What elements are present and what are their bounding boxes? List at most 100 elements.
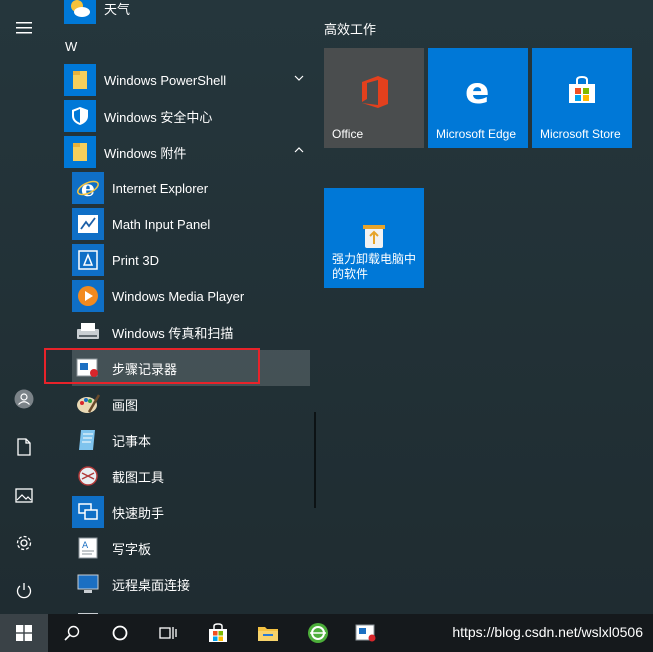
file-explorer-icon	[258, 627, 278, 641]
store-icon	[209, 623, 227, 642]
tile-group-header[interactable]: 高效工作	[324, 19, 376, 38]
app-label: 天气	[104, 1, 131, 17]
cortana-icon	[112, 625, 128, 641]
start-menu: 天气 W Windows PowerShell Windows 安全中心 Win…	[0, 0, 653, 614]
hamburger-icon	[16, 22, 32, 34]
steps-recorder-icon	[76, 358, 98, 377]
app-remote-desktop[interactable]: 远程桌面连接	[72, 566, 304, 602]
taskbar-store-button[interactable]	[194, 614, 242, 652]
app-label: Windows PowerShell	[104, 72, 227, 88]
app-quick-assist[interactable]: 快速助手	[72, 494, 304, 530]
recycle-bin-icon	[363, 225, 385, 248]
app-label: Windows Media Player	[112, 288, 245, 304]
app-label: Math Input Panel	[112, 216, 211, 232]
app-windows-fax-scan[interactable]: Windows 传真和扫描	[72, 314, 304, 350]
wordpad-icon: A	[78, 537, 98, 559]
group-letter-w[interactable]: W	[65, 39, 77, 54]
fax-scan-icon	[77, 323, 99, 339]
app-label: Print 3D	[112, 252, 159, 268]
edge-icon: e	[465, 74, 489, 106]
app-next-partial[interactable]	[72, 602, 304, 614]
internet-explorer-icon: e	[77, 176, 99, 200]
svg-text:A: A	[82, 541, 89, 551]
search-icon	[64, 625, 80, 641]
remote-desktop-icon	[77, 574, 99, 593]
pictures-icon	[15, 487, 33, 503]
search-button[interactable]	[48, 614, 96, 652]
app-windows-media-player[interactable]: Windows Media Player	[72, 278, 304, 314]
quick-assist-icon	[78, 503, 98, 520]
folder-icon	[73, 71, 87, 89]
steps-recorder-taskbar-button[interactable]	[342, 614, 390, 652]
tile-microsoft-edge[interactable]: e Microsoft Edge	[428, 48, 528, 148]
cortana-button[interactable]	[96, 614, 144, 652]
weather-icon	[71, 0, 90, 17]
documents-button[interactable]	[0, 425, 48, 469]
app-list-scrollbar[interactable]	[314, 412, 316, 508]
settings-button[interactable]	[0, 521, 48, 565]
svg-text:e: e	[81, 176, 95, 200]
app-steps-recorder[interactable]: 步骤记录器	[72, 350, 310, 386]
folder-windows-accessories[interactable]: Windows 附件	[64, 134, 310, 170]
file-explorer-button[interactable]	[244, 614, 292, 652]
chevron-up-icon	[294, 147, 304, 153]
folder-icon	[73, 143, 87, 161]
print-3d-icon	[78, 250, 98, 270]
app-wordpad[interactable]: A 写字板	[72, 530, 304, 566]
user-account-button[interactable]	[0, 377, 48, 421]
app-label: 远程桌面连接	[112, 577, 191, 593]
steps-recorder-icon	[355, 624, 376, 642]
app-math-input-panel[interactable]: Math Input Panel	[72, 206, 304, 242]
expand-menu-button[interactable]	[0, 6, 48, 50]
watermark-text: https://blog.csdn.net/wslxl0506	[452, 624, 643, 640]
media-player-icon	[78, 286, 98, 306]
app-label: Windows 传真和扫描	[112, 325, 234, 341]
app-label: Windows 安全中心	[104, 109, 213, 125]
task-view-button[interactable]	[144, 614, 192, 652]
tile-label: Microsoft Edge	[436, 127, 517, 141]
app-internet-explorer[interactable]: e Internet Explorer	[72, 170, 304, 206]
app-windows-security[interactable]: Windows 安全中心	[64, 98, 310, 134]
shield-icon	[72, 107, 88, 125]
app-notepad[interactable]: 记事本	[72, 422, 304, 458]
tile-label: 强力卸载电脑中的软件	[332, 252, 417, 281]
start-button[interactable]	[0, 614, 48, 652]
app-weather[interactable]: 天气	[64, 0, 310, 26]
browser-button[interactable]	[294, 614, 342, 652]
windows-start-icon	[16, 625, 32, 641]
app-list: 天气 W Windows PowerShell Windows 安全中心 Win…	[48, 0, 310, 614]
document-icon	[17, 438, 31, 456]
app-paint[interactable]: 画图	[72, 386, 304, 422]
chevron-down-icon	[294, 75, 304, 81]
app-label: 步骤记录器	[112, 361, 178, 377]
app-label: 画图	[112, 397, 139, 413]
app-label: 截图工具	[112, 469, 165, 485]
start-rail	[0, 0, 48, 614]
app-label: 快速助手	[112, 505, 165, 521]
tile-label: Microsoft Store	[540, 127, 621, 141]
tile-label: Office	[332, 127, 364, 141]
taskbar: https://blog.csdn.net/wslxl0506	[0, 614, 653, 652]
tile-uninstaller[interactable]: 强力卸载电脑中的软件	[324, 188, 424, 288]
paint-icon	[77, 394, 101, 413]
folder-windows-powershell[interactable]: Windows PowerShell	[64, 62, 310, 98]
app-label: 写字板	[112, 541, 152, 557]
office-icon	[362, 76, 388, 108]
app-label: 记事本	[112, 433, 152, 449]
app-print-3d[interactable]: Print 3D	[72, 242, 304, 278]
app-label: Windows 附件	[104, 145, 187, 161]
browser-icon	[308, 623, 328, 643]
pictures-button[interactable]	[0, 473, 48, 517]
app-label: Internet Explorer	[112, 180, 209, 196]
power-icon	[16, 583, 32, 599]
math-input-panel-icon	[78, 215, 98, 233]
tile-office[interactable]: Office	[324, 48, 424, 148]
power-button[interactable]	[0, 569, 48, 613]
settings-icon	[16, 535, 32, 551]
tile-microsoft-store[interactable]: Microsoft Store	[532, 48, 632, 148]
task-view-icon	[159, 627, 177, 639]
app-snipping-tool[interactable]: 截图工具	[72, 458, 304, 494]
svg-text:e: e	[465, 74, 489, 106]
store-icon	[569, 75, 595, 103]
user-icon	[14, 389, 34, 409]
